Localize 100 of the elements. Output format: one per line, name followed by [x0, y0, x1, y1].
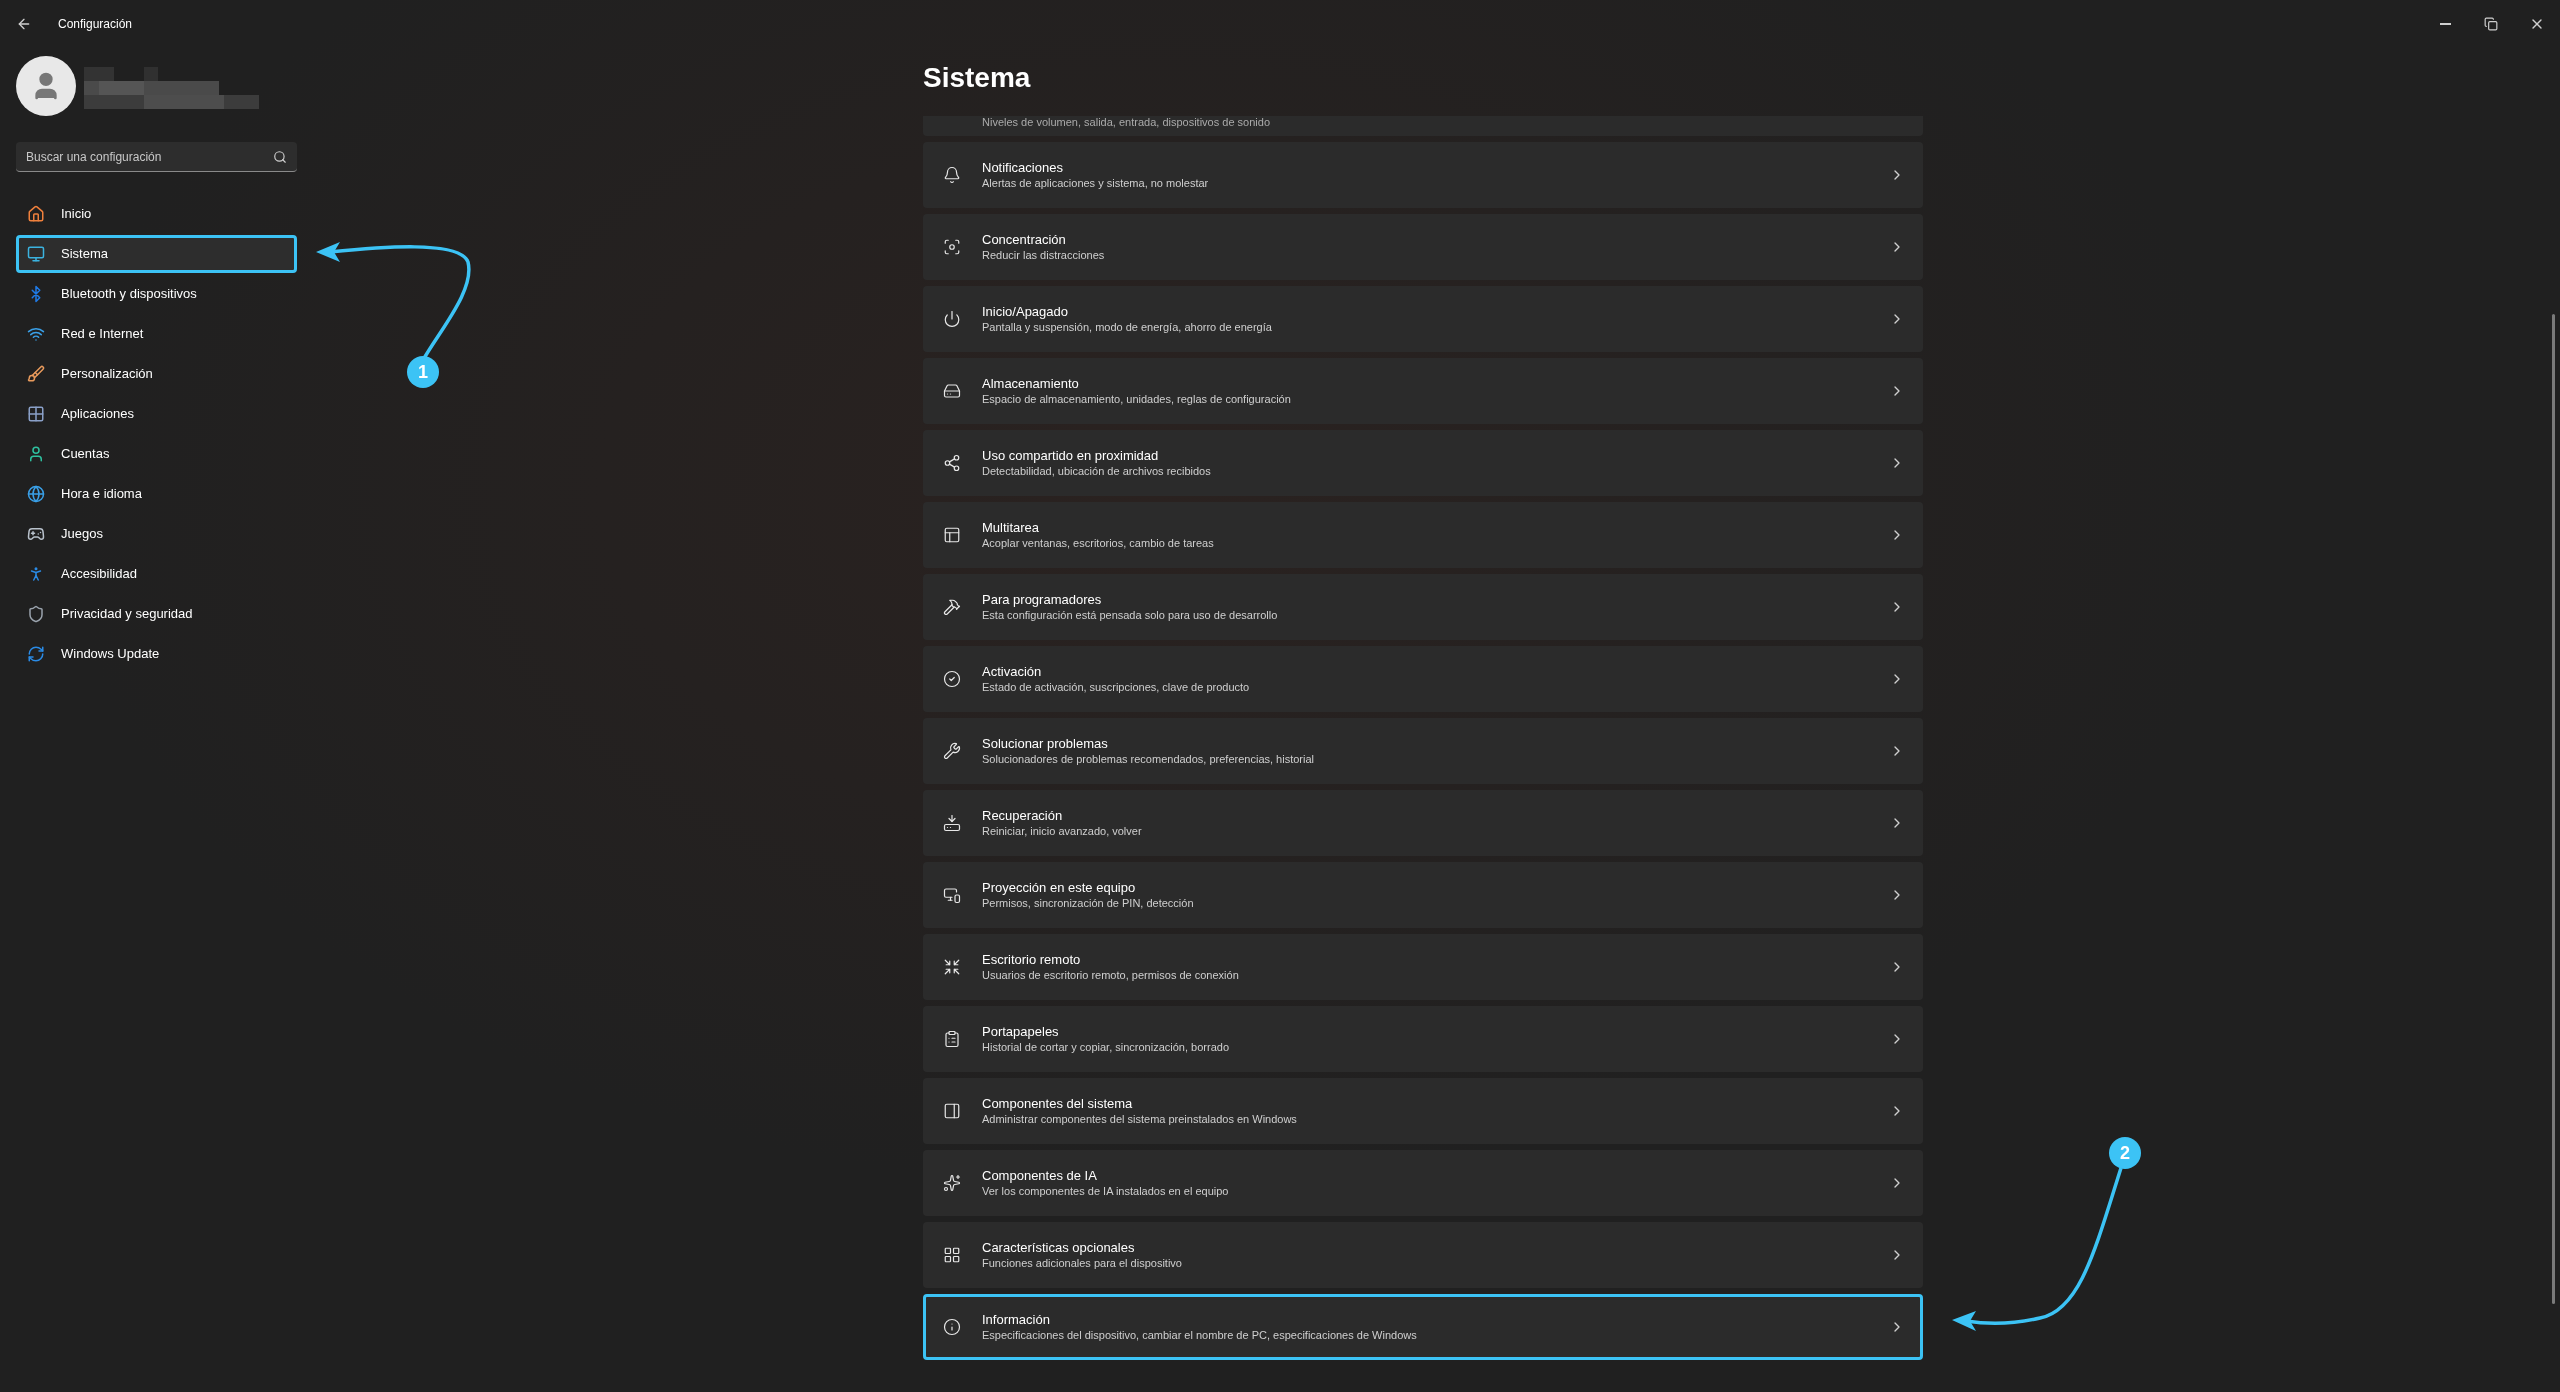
- card-title: Inicio/Apagado: [982, 303, 1069, 320]
- sync-icon: [27, 645, 45, 663]
- projection-icon: [943, 886, 961, 904]
- grid-plus-icon: [943, 1246, 961, 1264]
- settings-card[interactable]: Componentes de IA Ver los componentes de IA instalados en el equipo: [923, 1150, 1923, 1216]
- sidebar-item[interactable]: Juegos: [16, 515, 297, 553]
- brush-icon: [27, 365, 45, 383]
- card-subtitle: Detectabilidad, ubicación de archivos recibidos: [982, 464, 1211, 479]
- settings-card[interactable]: Uso compartido en proximidad Detectabilidad, ubicación de archivos recibidos: [923, 430, 1923, 496]
- settings-card[interactable]: Recuperación Reiniciar, inicio avanzado, volver: [923, 790, 1923, 856]
- card-title: Notificaciones: [982, 159, 1064, 176]
- card-subtitle: Estado de activación, suscripciones, clave de producto: [982, 680, 1250, 695]
- power-icon: [943, 310, 961, 328]
- minimize-icon: [2439, 23, 2451, 25]
- gamepad-icon: [27, 525, 45, 543]
- settings-card[interactable]: Concentración Reducir las distracciones: [923, 214, 1923, 280]
- back-icon[interactable]: [16, 16, 32, 32]
- monitor-icon: [27, 245, 45, 263]
- sidebar-item[interactable]: Cuentas: [16, 435, 297, 473]
- settings-card[interactable]: Inicio/Apagado Pantalla y suspensión, modo de energía, ahorro de energía: [923, 286, 1923, 352]
- card-subtitle: Acoplar ventanas, escritorios, cambio de tareas: [982, 536, 1214, 551]
- sidebar-item[interactable]: Personalización: [16, 355, 297, 393]
- card-subtitle: Reducir las distracciones: [982, 248, 1105, 263]
- card-subtitle: Solucionadores de problemas recomendados, preferencias, historial: [982, 752, 1315, 767]
- settings-card[interactable]: Niveles de volumen, salida, entrada, dispositivos de sonido: [923, 116, 1923, 136]
- card-subtitle: Pantalla y suspensión, modo de energía, ahorro de energía: [982, 320, 1272, 335]
- sidebar-item[interactable]: Sistema: [16, 235, 297, 273]
- drive-icon: [943, 382, 961, 400]
- card-subtitle: Niveles de volumen, salida, entrada, dispositivos de sonido: [982, 116, 1270, 129]
- info-icon: [943, 1318, 961, 1336]
- card-subtitle: Historial de cortar y copiar, sincronización, borrado: [982, 1040, 1229, 1055]
- windows-icon: [943, 526, 961, 544]
- arrows-icon: [943, 958, 961, 976]
- sidebar-item[interactable]: Windows Update: [16, 635, 297, 673]
- recovery-icon: [943, 814, 961, 832]
- card-subtitle: Alertas de aplicaciones y sistema, no molestar: [982, 176, 1209, 191]
- sidebar-item[interactable]: Aplicaciones: [16, 395, 297, 433]
- card-title: Portapapeles: [982, 1023, 1060, 1040]
- panel-icon: [943, 1102, 961, 1120]
- card-title: Almacenamiento: [982, 375, 1080, 392]
- window-title: Configuración: [58, 16, 133, 33]
- card-title: Uso compartido en proximidad: [982, 447, 1160, 464]
- house-icon: [27, 205, 45, 223]
- sidebar-item[interactable]: Accesibilidad: [16, 555, 297, 593]
- sidebar-item[interactable]: Bluetooth y dispositivos: [16, 275, 297, 313]
- tools-icon: [943, 598, 961, 616]
- card-title: Concentración: [982, 231, 1067, 248]
- card-title: Componentes del sistema: [982, 1095, 1134, 1112]
- page-title: Sistema: [923, 61, 1032, 95]
- search-field[interactable]: Buscar una configuración: [16, 142, 297, 172]
- card-subtitle: Permisos, sincronización de PIN, detección: [982, 896, 1194, 911]
- bell-icon: [943, 166, 961, 184]
- card-title: Recuperación: [982, 807, 1064, 824]
- callout-badge: 1: [407, 356, 439, 388]
- focus-icon: [943, 238, 961, 256]
- wrench-icon: [943, 742, 961, 760]
- card-title: Componentes de IA: [982, 1167, 1098, 1184]
- shield-icon: [27, 605, 45, 623]
- settings-card[interactable]: Activación Estado de activación, suscripciones, clave de producto: [923, 646, 1923, 712]
- sparkles-icon: [943, 1174, 961, 1192]
- share-icon: [943, 454, 961, 472]
- card-subtitle: Espacio de almacenamiento, unidades, reglas de configuración: [982, 392, 1291, 407]
- settings-card[interactable]: Para programadores Esta configuración está pensada solo para uso de desarrollo: [923, 574, 1923, 640]
- restore-icon: [2484, 17, 2498, 31]
- card-title: Multitarea: [982, 519, 1041, 536]
- card-subtitle: Administrar componentes del sistema preinstalados en Windows: [982, 1112, 1297, 1127]
- card-subtitle: Usuarios de escritorio remoto, permisos de conexión: [982, 968, 1239, 983]
- search-icon[interactable]: [273, 150, 287, 164]
- sidebar-item[interactable]: Hora e idioma: [16, 475, 297, 513]
- card-title: Características opcionales: [982, 1239, 1136, 1256]
- settings-card[interactable]: Escritorio remoto Usuarios de escritorio remoto, permisos de conexión: [923, 934, 1923, 1000]
- sidebar-item[interactable]: Red e Internet: [16, 315, 297, 353]
- wifi-icon: [27, 325, 45, 343]
- scrollbar[interactable]: [2551, 314, 2555, 1304]
- settings-card[interactable]: Proyección en este equipo Permisos, sincronización de PIN, detección: [923, 862, 1923, 928]
- check-circle-icon: [943, 670, 961, 688]
- card-subtitle: Especificaciones del dispositivo, cambiar el nombre de PC, especificaciones de Windows: [982, 1328, 1417, 1343]
- sidebar-item[interactable]: Privacidad y seguridad: [16, 595, 297, 633]
- clipboard-icon: [943, 1030, 961, 1048]
- globe-clock-icon: [27, 485, 45, 503]
- settings-card[interactable]: Componentes del sistema Administrar componentes del sistema preinstalados en Windows: [923, 1078, 1923, 1144]
- card-subtitle: Reiniciar, inicio avanzado, volver: [982, 824, 1142, 839]
- callout-badge: 2: [2109, 1137, 2141, 1169]
- settings-card[interactable]: Información Especificaciones del dispositivo, cambiar el nombre de PC, especificaciones de Windows: [923, 1294, 1923, 1360]
- sidebar-item[interactable]: Inicio: [16, 195, 297, 233]
- card-title: Información: [982, 1311, 1051, 1328]
- settings-card[interactable]: Multitarea Acoplar ventanas, escritorios, cambio de tareas: [923, 502, 1923, 568]
- settings-card[interactable]: Almacenamiento Espacio de almacenamiento, unidades, reglas de configuración: [923, 358, 1923, 424]
- settings-card[interactable]: Solucionar problemas Solucionadores de problemas recomendados, preferencias, historial: [923, 718, 1923, 784]
- card-subtitle: Funciones adicionales para el dispositivo: [982, 1256, 1182, 1271]
- card-title: Solucionar problemas: [982, 735, 1109, 752]
- settings-card[interactable]: Portapapeles Historial de cortar y copiar, sincronización, borrado: [923, 1006, 1923, 1072]
- settings-card[interactable]: Notificaciones Alertas de aplicaciones y sistema, no molestar: [923, 142, 1923, 208]
- card-subtitle: Ver los componentes de IA instalados en el equipo: [982, 1184, 1229, 1199]
- card-title: Escritorio remoto: [982, 951, 1082, 968]
- card-title: Proyección en este equipo: [982, 879, 1137, 896]
- settings-card[interactable]: Características opcionales Funciones adicionales para el dispositivo: [923, 1222, 1923, 1288]
- card-title: Activación: [982, 663, 1043, 680]
- card-subtitle: Esta configuración está pensada solo para uso de desarrollo: [982, 608, 1278, 623]
- person-icon: [27, 445, 45, 463]
